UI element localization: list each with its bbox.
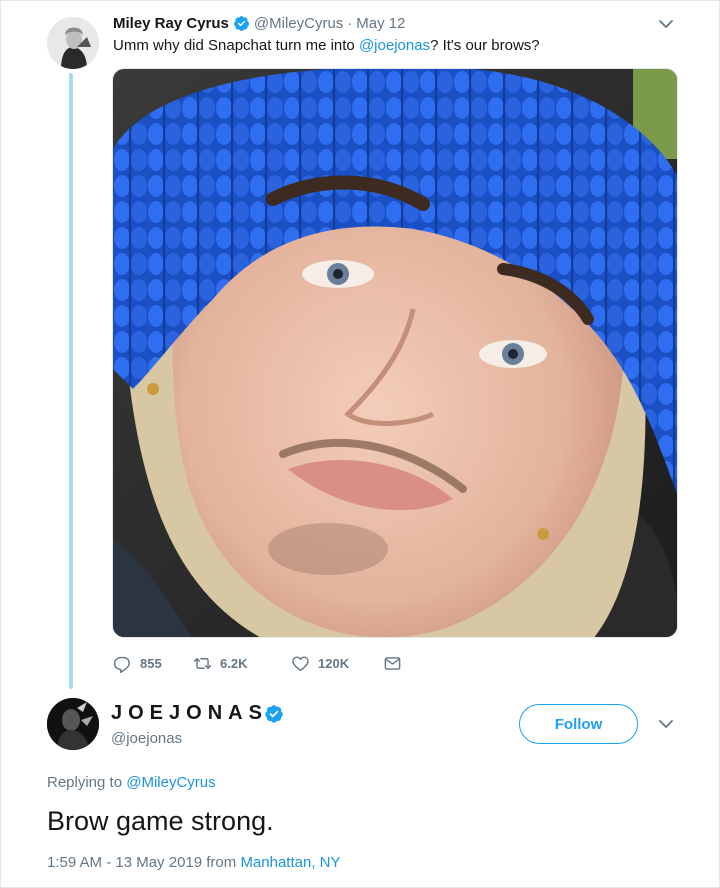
follow-button[interactable]: Follow	[519, 704, 638, 744]
tweet-text: Umm why did Snapchat turn me into @joejo…	[113, 37, 540, 54]
thread-connector-line	[69, 73, 73, 689]
reply-author-name-text: JOEJONAS	[111, 702, 268, 724]
reply-author-name[interactable]: JOEJONAS	[111, 702, 284, 725]
like-button[interactable]: 120K	[291, 654, 383, 673]
replying-to-link[interactable]: @MileyCyrus	[126, 774, 215, 791]
reply-timestamp[interactable]: 1:59 AM - 13 May 2019 from	[47, 854, 240, 871]
reply-author-handle[interactable]: @joejonas	[111, 730, 182, 747]
retweet-count: 6.2K	[220, 655, 248, 671]
verified-badge-icon	[233, 15, 250, 32]
avatar-joejonas[interactable]	[47, 698, 99, 750]
like-count: 120K	[318, 655, 350, 671]
heart-icon	[292, 655, 309, 671]
avatar-miley[interactable]	[47, 17, 99, 69]
replying-prefix: Replying to	[47, 774, 127, 791]
author-handle[interactable]: @MileyCyrus	[254, 15, 343, 32]
tweet-photo[interactable]	[112, 68, 678, 638]
retweet-button[interactable]: 6.2K	[193, 654, 291, 673]
reply-metadata: 1:59 AM - 13 May 2019 from Manhattan, NY	[47, 854, 341, 871]
reply-text: Brow game strong.	[47, 806, 274, 836]
replying-to: Replying to @MileyCyrus	[47, 774, 216, 791]
tweet-thread: Miley Ray Cyrus @MileyCyrus · May 12 Umm…	[0, 0, 720, 888]
tweet-text-start: Umm why did Snapchat turn me into	[113, 37, 359, 54]
direct-message-button[interactable]	[383, 654, 402, 673]
chevron-down-icon[interactable]	[657, 15, 675, 33]
tweet-date[interactable]: May 12	[356, 15, 405, 32]
verified-badge-icon	[264, 704, 284, 724]
reply-icon	[113, 656, 130, 673]
reply-count: 855	[140, 655, 162, 671]
location-link[interactable]: Manhattan, NY	[240, 854, 340, 871]
chevron-down-icon[interactable]	[657, 715, 675, 733]
mention-link[interactable]: @joejonas	[359, 37, 430, 54]
tweet-text-end: ? It's our brows?	[430, 37, 540, 54]
tweet-actions: 855 6.2K 120K	[113, 651, 402, 675]
tweet-header: Miley Ray Cyrus @MileyCyrus · May 12	[113, 13, 406, 33]
direct-message-icon	[384, 656, 401, 670]
retweet-icon	[193, 657, 212, 669]
reply-button[interactable]: 855	[113, 654, 193, 673]
separator-dot: ·	[347, 14, 353, 32]
author-name[interactable]: Miley Ray Cyrus	[113, 15, 229, 32]
